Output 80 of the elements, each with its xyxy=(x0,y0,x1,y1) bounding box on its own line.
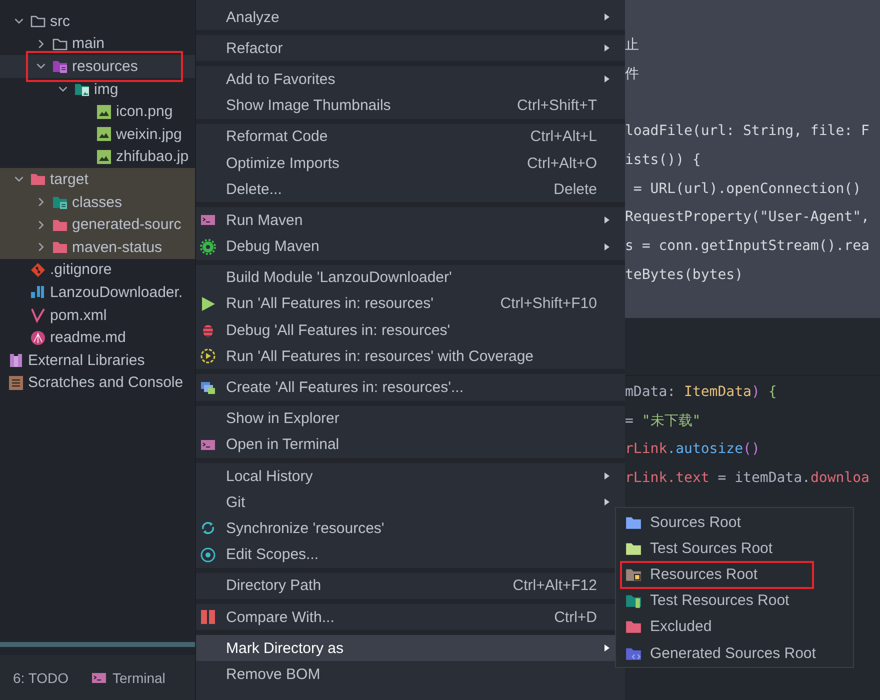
tree-item[interactable]: img xyxy=(0,78,195,100)
tree-item[interactable]: main xyxy=(0,32,195,56)
code-line: loadFile(url: String, file: F xyxy=(625,122,870,142)
chevron-down-icon[interactable] xyxy=(14,16,24,26)
menu-item[interactable]: Run 'All Features in: resources' with Coverage xyxy=(196,343,625,370)
menu-item[interactable]: Build Module 'LanzouDownloader' xyxy=(196,264,625,291)
library-icon xyxy=(8,352,24,368)
tree-item[interactable]: src xyxy=(0,10,195,33)
folder-icon xyxy=(52,194,68,210)
code-line: rLink.text = itemData.downloa xyxy=(625,469,870,488)
chevron-down-icon[interactable] xyxy=(36,61,46,72)
tree-item[interactable]: External Libraries xyxy=(0,348,195,372)
tree-item[interactable]: target xyxy=(0,168,195,191)
code-line: ists()) { xyxy=(625,151,701,170)
code-line: mData: ItemData) { xyxy=(625,383,777,402)
chevron-down-icon[interactable] xyxy=(14,174,24,184)
chevron-right-icon[interactable] xyxy=(36,38,46,49)
tree-item[interactable]: generated-sourc xyxy=(0,213,195,236)
tree-item[interactable]: zhifubao.jp xyxy=(0,146,195,168)
menu-item[interactable]: Run 'All Features in: resources' Ctrl+Shift+F10 xyxy=(196,290,625,318)
menu-item[interactable]: Run Maven xyxy=(196,207,625,234)
markdown-icon xyxy=(30,330,46,346)
menu-item[interactable]: Open in Terminal xyxy=(196,432,625,458)
image-icon xyxy=(96,148,112,165)
menu-item[interactable]: Delete... Delete xyxy=(196,176,625,202)
gear-icon xyxy=(200,238,216,255)
menu-item[interactable]: Show Image Thumbnails Ctrl+Shift+T xyxy=(196,92,625,119)
play-icon xyxy=(200,296,216,312)
chevron-down-icon[interactable] xyxy=(58,84,68,94)
tree-item[interactable]: icon.png xyxy=(0,100,195,123)
code-line: s = conn.getInputStream().rea xyxy=(625,237,870,256)
bug-icon xyxy=(200,322,216,338)
tree-item[interactable]: Scratches and Console xyxy=(0,372,195,394)
tree-item[interactable]: classes xyxy=(0,190,195,214)
code-line: RequestProperty("User-Agent", xyxy=(625,208,870,228)
menu-item[interactable]: Refactor xyxy=(196,35,625,62)
chevron-right-icon[interactable] xyxy=(36,220,46,230)
folder-icon xyxy=(625,592,642,610)
chevron-right-icon[interactable] xyxy=(36,242,46,252)
menu-item[interactable]: Local History xyxy=(196,463,625,490)
menu-item[interactable]: Debug Maven xyxy=(196,234,625,260)
folder-icon xyxy=(52,239,68,256)
chevron-right-icon[interactable] xyxy=(36,197,46,208)
folder-icon xyxy=(30,171,46,188)
code-line: = URL(url).openConnection() xyxy=(632,180,862,199)
tree-item[interactable]: .gitignore xyxy=(0,258,195,282)
menu-item[interactable]: Show in Explorer xyxy=(196,406,625,432)
menu-item[interactable]: Reformat Code Ctrl+Alt+L xyxy=(196,124,625,150)
sync-icon xyxy=(200,520,216,536)
tree-item[interactable]: readme.md xyxy=(0,326,195,349)
menu-item[interactable]: Debug 'All Features in: resources' xyxy=(196,317,625,344)
code-line: teBytes(bytes) xyxy=(625,266,744,285)
target-icon xyxy=(200,546,216,563)
tree-item[interactable]: LanzouDownloader. xyxy=(0,281,195,304)
code-line: 止 xyxy=(625,36,639,55)
tree-item[interactable]: maven-status xyxy=(0,236,195,259)
tool-window-button[interactable]: Terminal xyxy=(90,670,166,686)
module-icon xyxy=(30,284,46,300)
image-icon xyxy=(96,126,112,142)
menu-item[interactable]: Optimize Imports Ctrl+Alt+O xyxy=(196,150,625,176)
folder-icon xyxy=(30,13,46,30)
code-line: rLink.autosize() xyxy=(625,440,760,460)
menu-item[interactable]: Create 'All Features in: resources'... xyxy=(196,374,625,401)
coverage-icon xyxy=(200,348,216,364)
compare-icon xyxy=(200,609,216,626)
tree-item[interactable]: resources xyxy=(0,55,195,78)
menu-item[interactable]: Analyze xyxy=(196,4,625,30)
tree-item[interactable]: pom.xml xyxy=(0,304,195,326)
tool-window-button[interactable]: 6: TODO xyxy=(13,670,69,686)
menu-item[interactable]: Add to Favorites xyxy=(196,66,625,93)
scratches-icon xyxy=(8,374,24,391)
image-folder-icon xyxy=(74,81,90,98)
folder-icon xyxy=(52,58,68,74)
code-line: 件 xyxy=(625,64,639,84)
image-icon xyxy=(96,104,112,120)
git-icon xyxy=(30,262,46,278)
windows-icon xyxy=(200,380,216,396)
tree-item[interactable]: weixin.jpg xyxy=(0,122,195,146)
code-line: = "未下载" xyxy=(625,412,701,431)
maven-icon xyxy=(30,307,46,324)
